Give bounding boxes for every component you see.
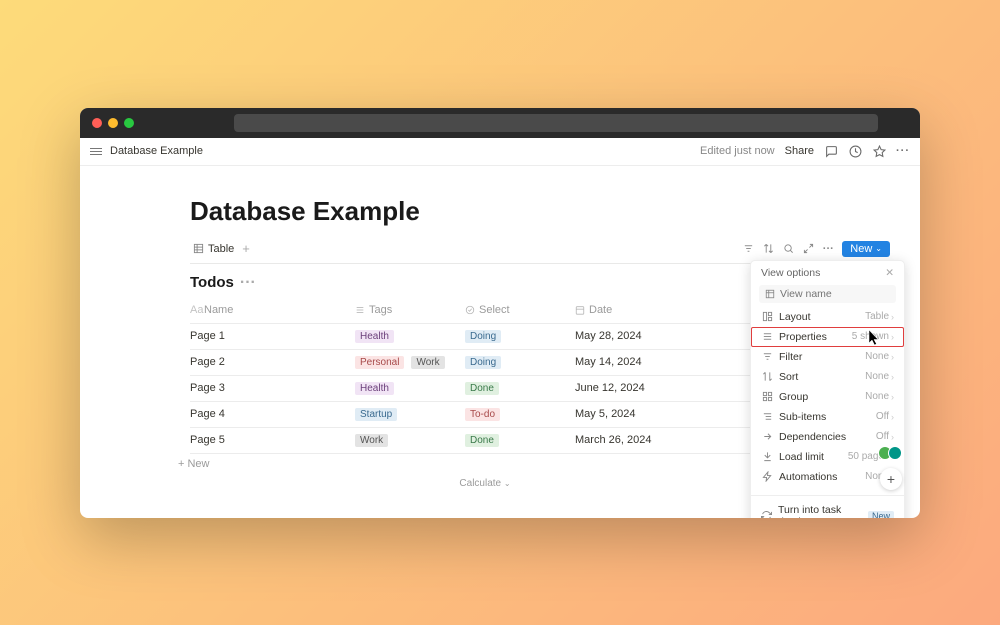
cell-select[interactable]: To-do [465, 408, 575, 421]
close-window-button[interactable] [92, 118, 102, 128]
group-icon [761, 391, 773, 403]
close-icon[interactable]: ✕ [885, 267, 894, 279]
subitems-icon [761, 411, 773, 423]
tag-pill[interactable]: Health [355, 382, 394, 395]
col-tags-header[interactable]: Tags [369, 304, 392, 316]
sidebar-toggle-icon[interactable] [90, 148, 102, 155]
tag-pill[interactable]: Health [355, 330, 394, 343]
cell-tags[interactable]: Health [355, 382, 465, 395]
select-pill[interactable]: To-do [465, 408, 500, 421]
url-bar[interactable] [234, 114, 878, 132]
col-name-header[interactable]: Name [204, 304, 233, 316]
sort-icon [761, 371, 773, 383]
title-property-icon: Aa [190, 304, 200, 316]
view-name-input-wrap[interactable]: ⓘ [759, 285, 896, 303]
tag-pill[interactable]: Work [411, 356, 444, 369]
cell-select[interactable]: Done [465, 382, 575, 395]
database-title[interactable]: Todos [190, 274, 234, 291]
cell-tags[interactable]: Work [355, 434, 465, 447]
select-pill[interactable]: Doing [465, 356, 501, 369]
minimize-window-button[interactable] [108, 118, 118, 128]
search-icon[interactable] [782, 243, 794, 255]
app-topbar: Database Example Edited just now Share ·… [80, 138, 920, 166]
layout-icon [761, 311, 773, 323]
tab-table-label: Table [208, 243, 234, 255]
select-property-icon [465, 304, 475, 316]
sync-icon [761, 510, 772, 518]
tag-pill[interactable]: Startup [355, 408, 397, 421]
auto-icon [761, 471, 773, 483]
comments-icon[interactable] [824, 144, 838, 158]
filter-icon[interactable] [742, 243, 754, 255]
browser-titlebar [80, 108, 920, 138]
cell-date[interactable]: March 26, 2024 [575, 434, 755, 446]
updates-icon[interactable] [848, 144, 862, 158]
select-pill[interactable]: Done [465, 434, 499, 447]
tag-pill[interactable]: Personal [355, 356, 404, 369]
add-view-button[interactable]: + [242, 241, 250, 256]
view-name-input[interactable] [780, 288, 915, 300]
sort-icon[interactable] [762, 243, 774, 255]
breadcrumb[interactable]: Database Example [110, 145, 203, 157]
db-more-icon[interactable]: ··· [240, 274, 256, 292]
chevron-down-icon: ⌄ [875, 244, 882, 253]
new-button-label: New [850, 243, 872, 255]
cell-select[interactable]: Done [465, 434, 575, 447]
cell-tags[interactable]: Personal Work [355, 356, 465, 369]
view-option-group[interactable]: Group None › [751, 387, 904, 407]
select-pill[interactable]: Doing [465, 330, 501, 343]
cell-date[interactable]: May 5, 2024 [575, 408, 755, 420]
date-property-icon [575, 304, 585, 316]
new-badge: New [868, 511, 894, 518]
view-option-properties[interactable]: Properties 5 shown › [751, 327, 904, 347]
properties-icon [761, 331, 773, 343]
deps-icon [761, 431, 773, 443]
col-date-header[interactable]: Date [589, 304, 612, 316]
view-option-filter[interactable]: Filter None › [751, 347, 904, 367]
favorite-icon[interactable] [872, 144, 886, 158]
tab-table[interactable]: Table [190, 241, 236, 257]
view-option-dependencies[interactable]: Dependencies Off › [751, 427, 904, 447]
presence-indicators[interactable] [882, 446, 902, 460]
cell-select[interactable]: Doing [465, 330, 575, 343]
maximize-window-button[interactable] [124, 118, 134, 128]
cell-select[interactable]: Doing [465, 356, 575, 369]
page-title[interactable]: Database Example [190, 196, 890, 227]
cell-name[interactable]: Page 1 [190, 330, 355, 342]
multiselect-property-icon [355, 304, 365, 316]
turn-into-task-db[interactable]: Turn into task database New [751, 500, 904, 518]
tag-pill[interactable]: Work [355, 434, 388, 447]
table-icon [192, 243, 204, 255]
cell-date[interactable]: May 28, 2024 [575, 330, 755, 342]
browser-window: Database Example Edited just now Share ·… [80, 108, 920, 518]
popup-title: View options [761, 267, 820, 279]
traffic-lights [92, 118, 134, 128]
new-button[interactable]: New ⌄ [842, 241, 890, 257]
load-icon [761, 451, 773, 463]
cell-date[interactable]: June 12, 2024 [575, 382, 755, 394]
select-pill[interactable]: Done [465, 382, 499, 395]
table-icon [765, 288, 775, 300]
filter-icon [761, 351, 773, 363]
share-button[interactable]: Share [785, 145, 814, 157]
cell-tags[interactable]: Startup [355, 408, 465, 421]
cell-name[interactable]: Page 4 [190, 408, 355, 420]
edited-status: Edited just now [700, 145, 775, 157]
help-fab[interactable]: + [880, 468, 902, 490]
cell-tags[interactable]: Health [355, 330, 465, 343]
cell-name[interactable]: Page 3 [190, 382, 355, 394]
view-option-layout[interactable]: Layout Table › [751, 307, 904, 327]
view-option-sub-items[interactable]: Sub-items Off › [751, 407, 904, 427]
expand-icon[interactable] [802, 243, 814, 255]
view-option-sort[interactable]: Sort None › [751, 367, 904, 387]
col-select-header[interactable]: Select [479, 304, 510, 316]
view-more-icon[interactable]: ··· [822, 243, 834, 255]
cursor-icon [869, 330, 881, 346]
more-icon[interactable]: ··· [896, 144, 910, 158]
cell-name[interactable]: Page 5 [190, 434, 355, 446]
cell-date[interactable]: May 14, 2024 [575, 356, 755, 368]
cell-name[interactable]: Page 2 [190, 356, 355, 368]
